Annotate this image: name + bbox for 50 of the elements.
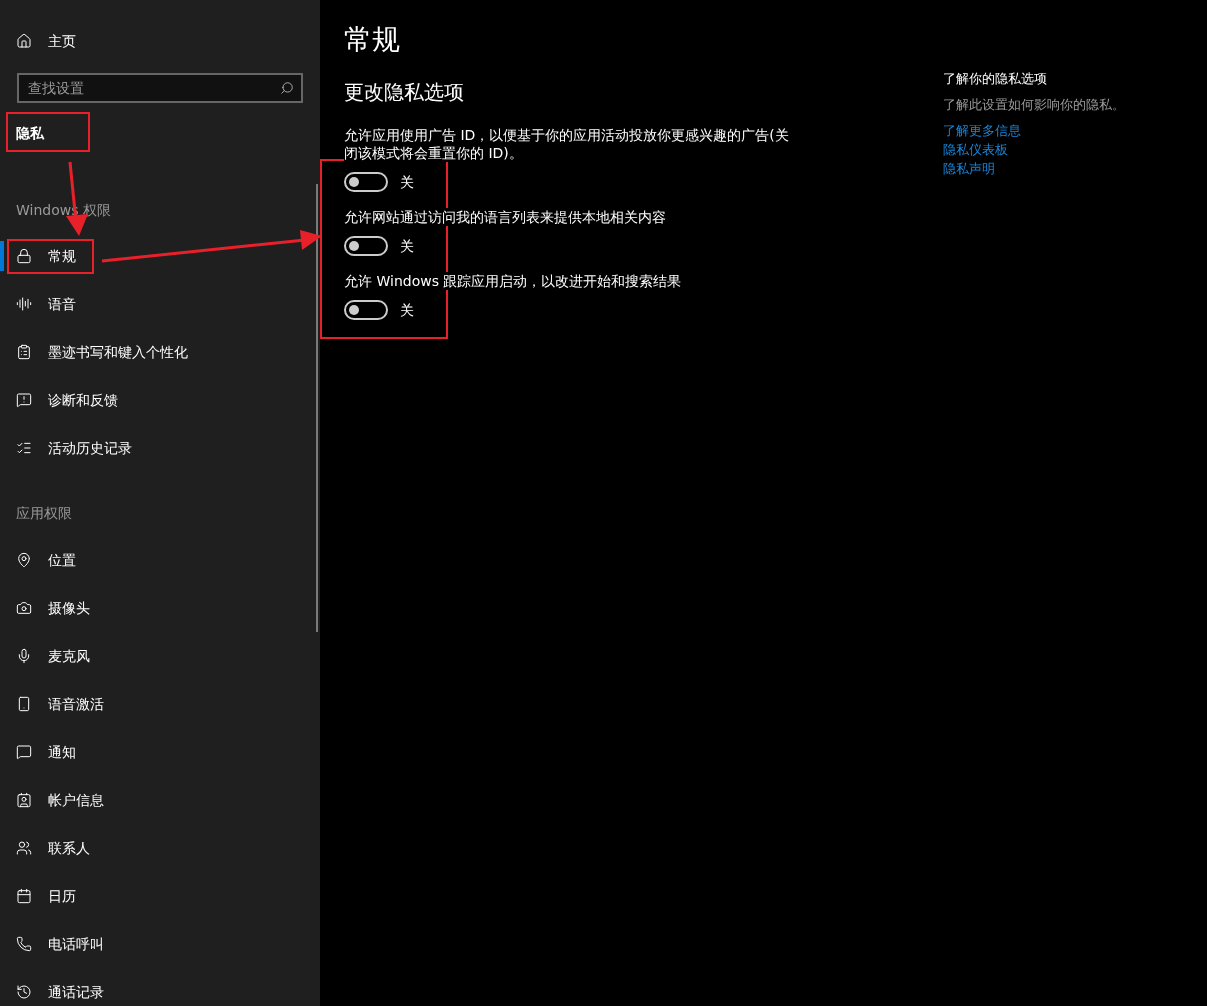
timeline-icon bbox=[16, 440, 32, 456]
history-icon bbox=[16, 984, 32, 1000]
nav-item[interactable]: 常规 bbox=[0, 232, 320, 280]
toggle-state: 关 bbox=[400, 173, 414, 192]
nav-item[interactable]: 位置 bbox=[0, 536, 320, 584]
search-field[interactable]: 查找设置 bbox=[17, 73, 303, 103]
group-label: 应用权限 bbox=[16, 504, 72, 523]
nav-item[interactable]: 活动历史记录 bbox=[0, 424, 320, 472]
speech-icon bbox=[16, 296, 32, 312]
help-link[interactable]: 隐私仪表板 bbox=[943, 140, 1008, 159]
nav-item[interactable]: 语音激活 bbox=[0, 680, 320, 728]
phone-icon bbox=[16, 936, 32, 952]
toggle-switch[interactable] bbox=[344, 300, 388, 320]
chat-bubble-icon bbox=[16, 744, 32, 760]
contact-card-icon bbox=[16, 792, 32, 808]
clipboard-icon bbox=[16, 344, 32, 360]
nav-item[interactable]: 电话呼叫 bbox=[0, 920, 320, 968]
lock-icon bbox=[16, 248, 32, 264]
nav-item[interactable]: 墨迹书写和键入个性化 bbox=[0, 328, 320, 376]
toggle-switch[interactable] bbox=[344, 172, 388, 192]
toggle-switch[interactable] bbox=[344, 236, 388, 256]
toggle-state: 关 bbox=[400, 237, 414, 256]
microphone-icon bbox=[16, 648, 32, 664]
calendar-icon bbox=[16, 888, 32, 904]
nav-item[interactable]: 摄像头 bbox=[0, 584, 320, 632]
help-link[interactable]: 了解更多信息 bbox=[943, 121, 1021, 140]
search-icon bbox=[280, 81, 294, 95]
page-title: 常规 bbox=[344, 22, 400, 58]
toggle-state: 关 bbox=[400, 301, 414, 320]
nav-item[interactable]: 语音 bbox=[0, 280, 320, 328]
section-heading: 隐私 bbox=[16, 124, 44, 143]
people-icon bbox=[16, 840, 32, 856]
nav-item[interactable]: 日历 bbox=[0, 872, 320, 920]
nav-item[interactable]: 联系人 bbox=[0, 824, 320, 872]
pin-icon bbox=[16, 552, 32, 568]
camera-icon bbox=[16, 600, 32, 616]
aside-description: 了解此设置如何影响你的隐私。 bbox=[943, 96, 1125, 114]
nav-item[interactable]: 诊断和反馈 bbox=[0, 376, 320, 424]
home-icon bbox=[16, 33, 32, 49]
home-link[interactable]: 主页 bbox=[0, 17, 320, 65]
aside-title: 了解你的隐私选项 bbox=[943, 70, 1047, 88]
help-link[interactable]: 隐私声明 bbox=[943, 159, 995, 178]
nav-item[interactable]: 麦克风 bbox=[0, 632, 320, 680]
nav-item[interactable]: 通话记录 bbox=[0, 968, 320, 1006]
section-title: 更改隐私选项 bbox=[344, 79, 464, 106]
scrollbar[interactable] bbox=[316, 184, 318, 632]
feedback-icon bbox=[16, 392, 32, 408]
nav-item[interactable]: 通知 bbox=[0, 728, 320, 776]
phone-device-icon bbox=[16, 696, 32, 712]
nav-item[interactable]: 帐户信息 bbox=[0, 776, 320, 824]
